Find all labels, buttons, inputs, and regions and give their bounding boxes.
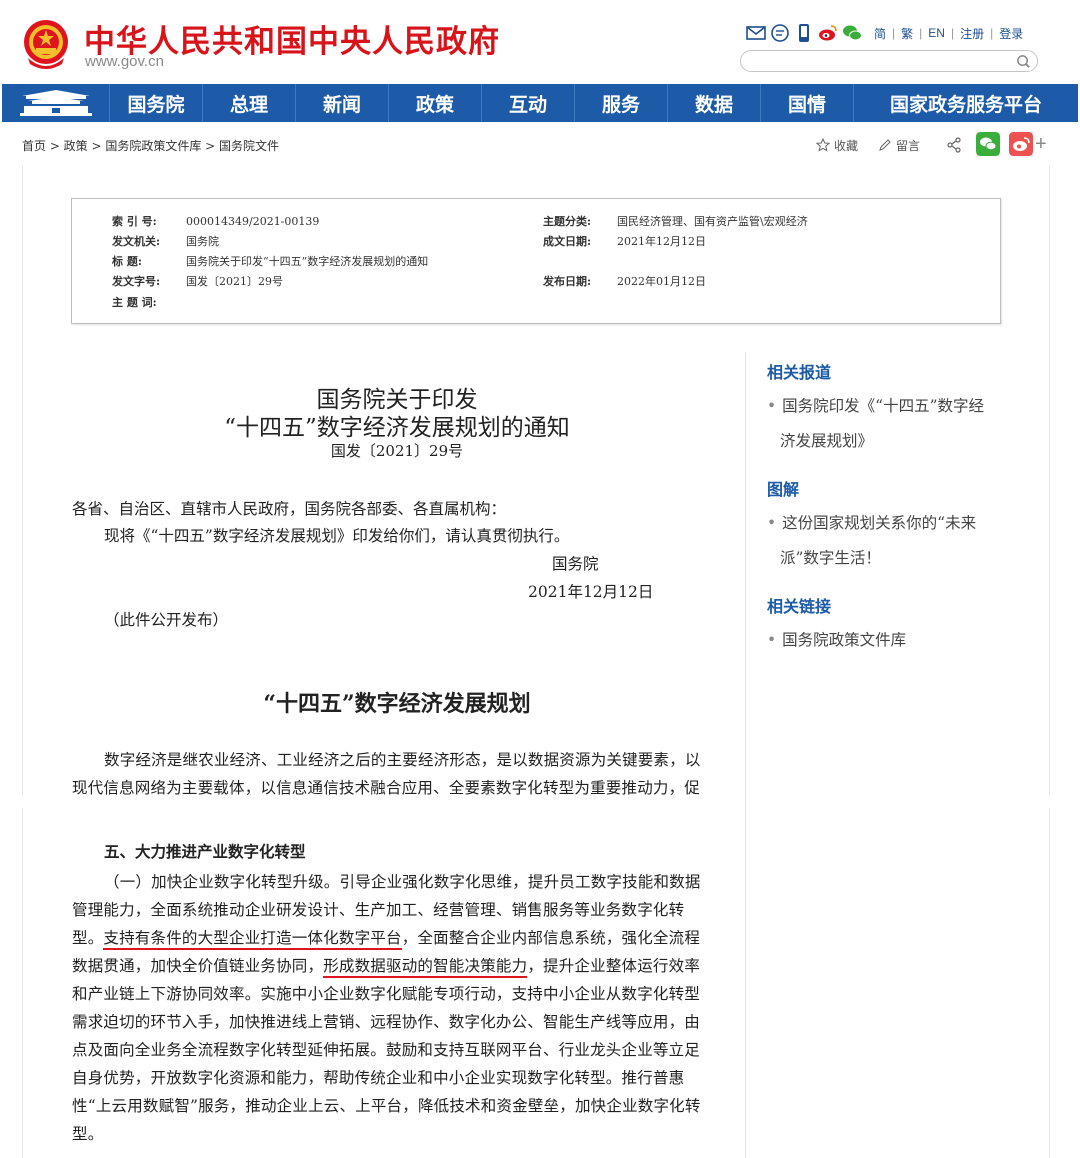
sidebar-divider: [745, 352, 746, 1158]
body-line-3: 型。支持有条件的大型企业打造一体化数字平台，全面整合企业内部信息系统，强化全流程: [72, 926, 700, 950]
meta-created-label: 成文日期:: [543, 235, 592, 248]
nav-service-platform[interactable]: 国家政务服务平台: [854, 84, 1078, 122]
document-addressee: 各省、自治区、直辖市人民政府，国务院各部委、各直属机构：: [72, 500, 507, 518]
document-release-note: （此件公开发布）: [104, 611, 229, 629]
nav-home-logo[interactable]: [2, 84, 110, 122]
favorite-label: 收藏: [834, 138, 859, 153]
comment-label: 留言: [896, 138, 921, 153]
meta-issuer-label: 发文机关:: [112, 235, 161, 248]
meta-keywords-label: 主 题 词:: [112, 296, 157, 309]
national-emblem-icon[interactable]: [22, 18, 70, 70]
search-box: [740, 50, 1038, 72]
meta-title-label: 标 题:: [112, 255, 142, 268]
share-icon[interactable]: [946, 137, 962, 153]
sidebar-links-title[interactable]: 相关链接: [767, 593, 831, 617]
weibo-share-icon[interactable]: [1009, 132, 1033, 156]
nav-services[interactable]: 服务: [575, 84, 668, 122]
traditional-chinese-link[interactable]: 繁: [901, 25, 913, 42]
sidebar-related-title[interactable]: 相关报道: [767, 359, 831, 383]
mobile-icon[interactable]: [794, 23, 814, 43]
document-notice: 现将《“十四五”数字经济发展规划》印发给你们，请认真贯彻执行。: [104, 527, 570, 545]
mail-icon[interactable]: [746, 23, 766, 43]
search-input[interactable]: [751, 52, 1011, 72]
body-line-8: 自身优势，开放数字化资源和能力，帮助传统企业和中小企业实现数字化转型。推行普惠: [72, 1069, 685, 1087]
meta-published-label: 发布日期:: [543, 275, 592, 288]
favorite-button[interactable]: 收藏: [816, 137, 858, 154]
pencil-icon: [879, 139, 891, 151]
meta-published-value: 2022年01月12日: [617, 275, 706, 288]
content-gap: [0, 796, 1080, 808]
meta-docno-label: 发文字号:: [112, 275, 161, 288]
wechat-icon[interactable]: [842, 23, 862, 43]
header-toolbar: 简 | 繁 | EN | 注册 | 登录: [746, 22, 1023, 44]
intro-line-1: 数字经济是继农业经济、工业经济之后的主要经济形态，是以数据资源为关键要素，以: [104, 751, 701, 769]
article-actions: 收藏 留言: [816, 132, 962, 158]
body-line-7: 点及面向全业务全流程数字化转型延伸拓展。鼓励和支持互联网平台、行业龙头企业等立足: [72, 1041, 701, 1059]
document-signer: 国务院: [552, 555, 599, 573]
document-meta-table: 索 引 号: 000014349/2021-00139 发文机关: 国务院 标 题:…: [71, 198, 1001, 324]
body-line-6: 需求迫切的环节入手，加快推进线上营销、远程协作、数字化办公、智能生产线等应用，由: [72, 1013, 701, 1031]
highlight-decision: 形成数据驱动的智能决策能力: [323, 957, 528, 978]
nav-data[interactable]: 数据: [668, 84, 761, 122]
sidebar-related-item[interactable]: • 国务院印发《“十四五”数字经: [767, 394, 984, 416]
sidebar-graphic-item[interactable]: • 这份国家规划关系你的“未来: [767, 511, 976, 533]
nav-interaction[interactable]: 互动: [482, 84, 575, 122]
login-link[interactable]: 登录: [999, 25, 1023, 42]
main-nav: 国务院 总理 新闻 政策 互动 服务 数据 国情 国家政务服务平台: [2, 84, 1078, 122]
document-title-line2: “十四五”数字经济发展规划的通知: [224, 415, 570, 441]
document-date: 2021年12月12日: [528, 583, 654, 601]
chat-bubble-icon[interactable]: [770, 23, 790, 43]
body-line-2: 管理能力，全面系统推动企业研发设计、生产加工、经营管理、销售服务等业务数字化转: [72, 901, 685, 919]
english-link[interactable]: EN: [928, 26, 945, 40]
body-line-10: 型。: [72, 1125, 104, 1143]
document-number: 国发〔2021〕29号: [330, 442, 464, 460]
meta-index-label: 索 引 号:: [112, 215, 157, 228]
weibo-icon[interactable]: [818, 23, 838, 43]
body-line-4: 数据贯通，加快全价值链业务协同，形成数据驱动的智能决策能力，提升企业整体运行效率: [72, 954, 700, 978]
more-share-icon[interactable]: +: [1035, 133, 1047, 156]
search-icon[interactable]: [1016, 54, 1031, 69]
nav-premier[interactable]: 总理: [203, 84, 296, 122]
site-url[interactable]: www.gov.cn: [85, 53, 164, 70]
meta-title-value: 国务院关于印发“十四五”数字经济发展规划的通知: [186, 255, 429, 268]
star-icon: [816, 138, 830, 152]
highlight-platform: 支持有条件的大型企业打造一体化数字平台: [103, 929, 402, 950]
breadcrumb[interactable]: 首页 > 政策 > 国务院政策文件库 > 国务院文件: [22, 137, 279, 154]
register-link[interactable]: 注册: [960, 25, 984, 42]
section-heading: 五、大力推进产业数字化转型: [104, 842, 306, 861]
simplified-chinese-link[interactable]: 简: [874, 25, 886, 42]
comment-button[interactable]: 留言: [878, 137, 920, 154]
sidebar-graphic-item-cont[interactable]: 派”数字生活！: [780, 546, 881, 568]
body-line-5: 和产业链上下游协同效率。实施中小企业数字化赋能专项行动，支持中小企业从数字化转型: [72, 985, 701, 1003]
body-line-9: 性“上云用数赋智”服务，推动企业上云、上平台，降低技术和资金壁垒，加快企业数字化…: [72, 1097, 701, 1115]
sidebar-links-item[interactable]: • 国务院政策文件库: [767, 628, 906, 650]
meta-index-value: 000014349/2021-00139: [186, 215, 320, 228]
intro-line-2: 现代信息网络为主要载体，以信息通信技术融合应用、全要素数字化转型为重要推动力，促: [72, 779, 701, 797]
wechat-share-icon[interactable]: [976, 132, 1000, 156]
meta-created-value: 2021年12月12日: [617, 235, 706, 248]
tiananmen-icon: [20, 90, 92, 116]
meta-category-value: 国民经济管理、国有资产监管\宏观经济: [617, 215, 808, 228]
sidebar-graphic-title[interactable]: 图解: [767, 476, 799, 500]
meta-docno-value: 国发〔2021〕29号: [186, 275, 283, 288]
nav-national-profile[interactable]: 国情: [761, 84, 854, 122]
meta-category-label: 主题分类:: [543, 215, 592, 228]
nav-news[interactable]: 新闻: [296, 84, 389, 122]
site-header: 中华人民共和国中央人民政府 www.gov.cn 简 | 繁 | EN | 注册…: [0, 0, 1080, 84]
meta-issuer-value: 国务院: [186, 235, 219, 248]
body-line-1: （一）加快企业数字化转型升级。引导企业强化数字化思维，提升员工数字技能和数据: [104, 873, 701, 891]
plan-title: “十四五”数字经济发展规划: [263, 691, 531, 717]
sidebar-related-item-cont[interactable]: 济发展规划》: [780, 429, 873, 451]
nav-policy[interactable]: 政策: [389, 84, 482, 122]
nav-state-council[interactable]: 国务院: [110, 84, 203, 122]
